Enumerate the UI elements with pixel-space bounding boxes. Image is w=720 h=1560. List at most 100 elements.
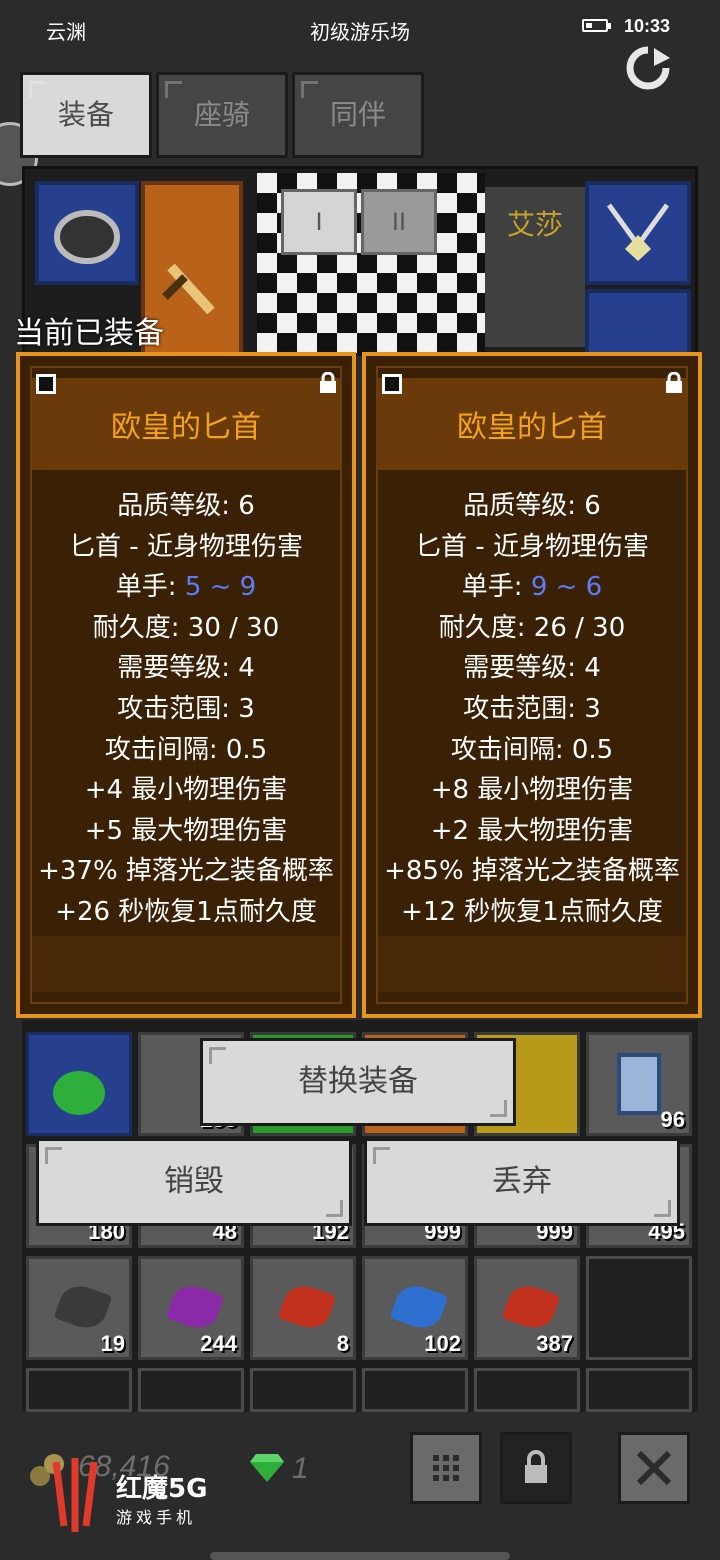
inventory-slot-empty[interactable] [26, 1368, 132, 1412]
discard-label: 丢弃 [492, 1164, 552, 1199]
companion-panel: 艾莎 [485, 187, 585, 347]
inventory-slot[interactable]: 19 [26, 1256, 132, 1360]
tab-mount-label: 座骑 [193, 98, 250, 131]
hand-damage: 单手: 9 ~ 6 [366, 567, 698, 608]
equip-slot-necklace[interactable] [585, 181, 691, 285]
slime-icon [53, 1071, 105, 1115]
attack-interval: 攻击间隔: 0.5 [450, 734, 614, 765]
close-icon [636, 1450, 672, 1486]
equip-slot-helmet[interactable] [35, 181, 139, 285]
inventory-slot[interactable] [26, 1032, 132, 1136]
destroy-button[interactable]: 销毁 [36, 1138, 352, 1226]
inventory-slot[interactable]: 102 [362, 1256, 468, 1360]
tab-equipment-label: 装备 [57, 98, 114, 131]
page-button-1-label: I [315, 208, 323, 236]
required-level: 需要等级: 4 [117, 653, 255, 684]
companion-name: 艾莎 [506, 208, 563, 241]
close-button[interactable] [618, 1432, 690, 1504]
hand-label: 单手: [115, 572, 185, 603]
current-equipped-label: 当前已装备 [14, 316, 164, 351]
select-checkbox-icon[interactable] [36, 374, 56, 394]
inventory-slot-empty[interactable] [586, 1368, 692, 1412]
hand-damage: 单手: 5 ~ 9 [20, 567, 352, 608]
necklace-icon [606, 203, 670, 261]
helmet-icon [54, 210, 120, 264]
attack-range: 攻击范围: 3 [117, 693, 255, 724]
damage-range: 9 ~ 6 [530, 572, 603, 603]
page-button-2-label: II [391, 208, 407, 236]
item-title: 欧皇的匕首 [111, 410, 261, 445]
replace-equipment-button[interactable]: 替换装备 [200, 1038, 516, 1126]
brand-name: 红魔5G [116, 1474, 208, 1504]
inventory-slot[interactable]: 8 [250, 1256, 356, 1360]
inventory-slot-empty[interactable] [474, 1368, 580, 1412]
feather-icon [165, 1279, 225, 1335]
weapon-type: 匕首 - 近身物理伤害 [415, 531, 649, 562]
refresh-icon[interactable] [624, 44, 672, 92]
lock-icon[interactable] [318, 372, 338, 394]
damage-range: 5 ~ 9 [184, 572, 257, 603]
equip-slot-ring[interactable] [585, 289, 691, 353]
gem-count: 1 [292, 1452, 309, 1485]
inventory-slot[interactable]: 96 [586, 1032, 692, 1136]
feather-icon [53, 1279, 113, 1335]
bonus-stat: +8 最小物理伤害 [430, 775, 634, 806]
brand-subtitle: 游戏手机 [116, 1508, 197, 1527]
item-count: 387 [536, 1331, 573, 1356]
feather-icon [389, 1279, 449, 1335]
hand-label: 单手: [461, 572, 531, 603]
item-count: 244 [200, 1331, 237, 1356]
feather-icon [501, 1279, 561, 1335]
candidate-item-card: 欧皇的匕首 品质等级: 6 匕首 - 近身物理伤害 单手: 9 ~ 6 耐久度:… [362, 352, 702, 1018]
quality-level: 品质等级: 6 [463, 491, 601, 521]
red-magic-logo-icon [52, 1458, 98, 1532]
quality-level: 品质等级: 6 [117, 491, 255, 521]
gesture-handle[interactable] [210, 1552, 510, 1560]
gem-icon [250, 1454, 284, 1482]
weapon-type: 匕首 - 近身物理伤害 [69, 531, 303, 562]
lock-icon[interactable] [664, 372, 684, 394]
bonus-stat: +85% 掉落光之装备概率 [384, 856, 680, 887]
durability: 耐久度: 26 / 30 [438, 612, 626, 643]
destroy-label: 销毁 [164, 1164, 224, 1199]
item-count: 19 [100, 1331, 125, 1356]
discard-button[interactable]: 丢弃 [364, 1138, 680, 1226]
required-level: 需要等级: 4 [463, 653, 601, 684]
attack-interval: 攻击间隔: 0.5 [104, 734, 268, 765]
bonus-stat: +5 最大物理伤害 [84, 815, 288, 846]
inventory-slot-empty[interactable] [586, 1256, 692, 1360]
item-count: 102 [424, 1331, 461, 1356]
equipped-item-card: 欧皇的匕首 品质等级: 6 匕首 - 近身物理伤害 单手: 5 ~ 9 耐久度:… [16, 352, 356, 1018]
status-bar: 云渊 初级游乐场 10:33 [0, 0, 720, 58]
grid-view-button[interactable] [410, 1432, 482, 1504]
item-title: 欧皇的匕首 [457, 410, 607, 445]
status-center-text: 初级游乐场 [310, 20, 410, 44]
inventory-slot[interactable]: 244 [138, 1256, 244, 1360]
status-time: 10:33 [624, 16, 671, 36]
tab-companion[interactable]: 同伴 [292, 72, 424, 158]
inventory-slot-empty[interactable] [138, 1368, 244, 1412]
bonus-stat: +4 最小物理伤害 [84, 775, 288, 806]
grid-icon [433, 1455, 459, 1481]
tab-companion-label: 同伴 [329, 98, 386, 131]
bonus-stat: +37% 掉落光之装备概率 [38, 856, 334, 887]
bonus-stat: +12 秒恢复1点耐久度 [401, 896, 663, 927]
inventory-slot[interactable]: 387 [474, 1256, 580, 1360]
bonus-stat: +26 秒恢复1点耐久度 [55, 896, 317, 927]
item-count: 8 [336, 1331, 349, 1356]
attack-range: 攻击范围: 3 [463, 693, 601, 724]
item-count: 96 [660, 1107, 685, 1132]
fire-feather-icon [277, 1279, 337, 1335]
inventory-slot-empty[interactable] [250, 1368, 356, 1412]
inventory-slot-empty[interactable] [362, 1368, 468, 1412]
select-checkbox-icon[interactable] [382, 374, 402, 394]
battery-icon [582, 19, 611, 32]
replace-equipment-label: 替换装备 [298, 1064, 418, 1099]
durability: 耐久度: 30 / 30 [92, 612, 280, 643]
bonus-stat: +2 最大物理伤害 [430, 815, 634, 846]
page-button-2[interactable]: II [361, 189, 437, 255]
tab-mount[interactable]: 座骑 [156, 72, 288, 158]
page-button-1[interactable]: I [281, 189, 357, 255]
lock-filter-button[interactable] [500, 1432, 572, 1504]
tab-equipment[interactable]: 装备 [20, 72, 152, 158]
